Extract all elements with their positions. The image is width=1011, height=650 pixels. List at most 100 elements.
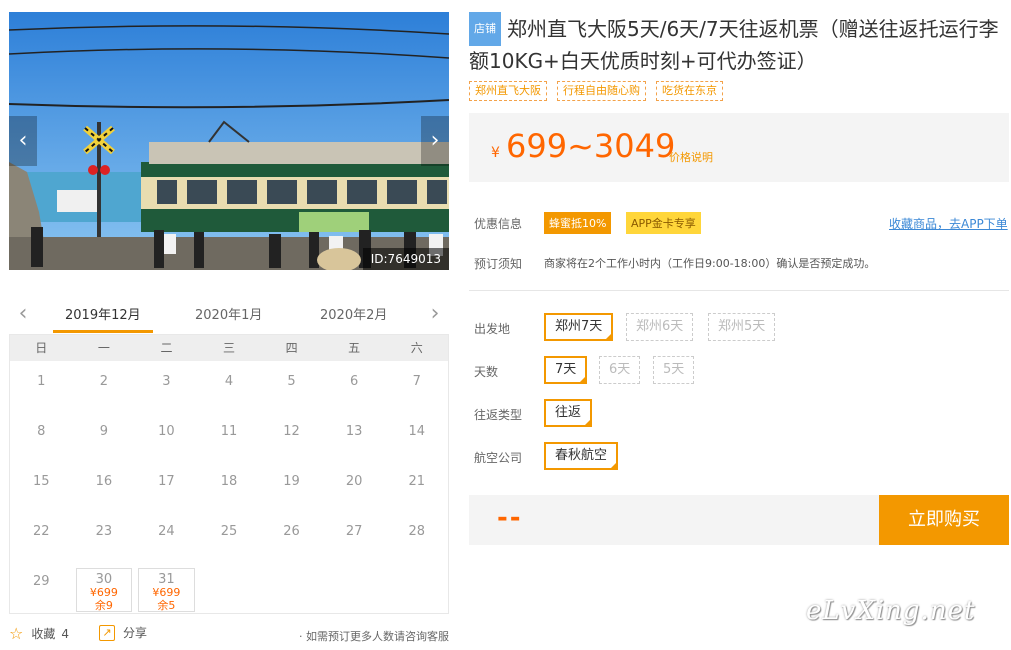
share-label: 分享 (123, 626, 148, 640)
month-tab-2020-01[interactable]: 2020年1月 (195, 304, 262, 323)
day-number: 23 (95, 524, 113, 539)
day-number: 19 (283, 474, 300, 489)
calendar-month-nav: ‹ 2019年12月 2020年1月 2020年2月 › (9, 298, 449, 334)
share-icon: ↗ (99, 624, 115, 641)
day-number: 11 (220, 424, 238, 439)
calendar-day: 22 (13, 518, 70, 562)
day-number: 14 (408, 424, 425, 439)
calendar-day-available[interactable]: 31 ¥699 余5 (138, 568, 195, 612)
gallery-next-button[interactable]: › (421, 116, 449, 166)
day-number: 3 (162, 374, 171, 389)
calendar-weekday-row: 日 一 二 三 四 五 六 (10, 335, 448, 361)
calendar-day-available[interactable]: 30 ¥699 余9 (75, 568, 133, 612)
calendar-day: 12 (263, 418, 320, 462)
day-price: ¥699 (89, 586, 118, 599)
gallery-prev-button[interactable]: ‹ (9, 116, 37, 166)
buy-now-button[interactable]: 立即购买 (879, 495, 1009, 545)
day-number: 10 (158, 424, 175, 439)
product-photo (9, 12, 449, 270)
day-number: 2 (99, 374, 108, 389)
day-number: 12 (283, 424, 300, 439)
calendar-day: 20 (326, 468, 383, 512)
day-number: 1 (37, 374, 46, 389)
calendar-prev-month-button[interactable]: ‹ (13, 302, 33, 326)
calendar-day: 29 (13, 568, 70, 612)
notice-text: 商家将在2个工作小时内（工作日9:00-18:00）确认是否预定成功。 (544, 257, 876, 270)
day-number: 8 (37, 424, 46, 439)
day-number: 7 (412, 374, 421, 389)
product-tag[interactable]: 行程自由随心购 (557, 81, 646, 101)
day-number: 24 (158, 524, 175, 539)
day-number: 27 (345, 524, 363, 539)
calendar-day: 9 (76, 418, 133, 462)
gallery-footer: ☆ 收藏 4 ↗ 分享 · 如需预订更多人数请咨询客服 (9, 624, 449, 646)
weekday-label: 三 (223, 341, 236, 355)
product-photo-gallery[interactable]: ‹ › ID:7649013 (9, 12, 449, 270)
calendar-day: 16 (76, 468, 133, 512)
calendar-day: 6 (326, 368, 383, 412)
calendar-day: 17 (138, 468, 195, 512)
price-explain-link[interactable]: 价格说明 (669, 149, 713, 165)
day-stock: 余9 (94, 599, 113, 612)
day-number: 9 (99, 424, 108, 439)
month-tab-2019-12[interactable]: 2019年12月 (53, 304, 153, 333)
product-title: 店铺 郑州直飞大阪5天/6天/7天往返机票（赠送往返托运行李额10KG+白天优质时… (469, 12, 1009, 76)
calendar-next-month-button[interactable]: › (425, 302, 445, 326)
calendar-day: 2 (76, 368, 133, 412)
weekday-label: 四 (285, 341, 298, 355)
calendar-days-grid: 1 2 3 4 5 6 7 8 9 10 11 12 13 14 15 16 17 18 19 20 21 22 23 24 2… (10, 361, 448, 615)
collect-button[interactable]: ☆ 收藏 4 (9, 624, 69, 643)
airline-option-spring[interactable]: 春秋航空 (544, 442, 619, 470)
day-number: 29 (33, 574, 50, 589)
calendar-day: 25 (201, 518, 258, 562)
collect-go-app-link[interactable]: 收藏商品，去APP下单 (889, 215, 1008, 232)
calendar-day: 18 (201, 468, 258, 512)
departure-option-zhengzhou-5d[interactable]: 郑州5天 (708, 313, 776, 341)
divider (469, 290, 1009, 291)
days-option-7[interactable]: 7天 (544, 356, 588, 384)
calendar-day: 11 (201, 418, 258, 462)
product-tag[interactable]: 郑州直飞大阪 (469, 81, 547, 101)
calendar-day: 8 (13, 418, 70, 462)
calendar-day: 7 (388, 368, 445, 412)
departure-option-zhengzhou-7d[interactable]: 郑州7天 (544, 313, 614, 341)
trip-option-round[interactable]: 往返 (544, 399, 593, 427)
calendar-day: 4 (201, 368, 258, 412)
shop-badge: 店铺 (469, 12, 501, 46)
collect-label: 收藏 (31, 627, 56, 641)
notice-label: 预订须知 (474, 257, 523, 271)
weekday-label: 一 (97, 341, 110, 355)
promo-row: 优惠信息 蜂蜜抵10% APP金卡专享 收藏商品，去APP下单 (474, 212, 1009, 235)
day-number: 21 (408, 474, 425, 489)
departure-option-zhengzhou-6d[interactable]: 郑州6天 (626, 313, 694, 341)
day-number: 26 (283, 524, 300, 539)
product-title-text: 郑州直飞大阪5天/6天/7天往返机票（赠送往返托运行李额10KG+白天优质时刻+… (469, 17, 999, 73)
collect-count: 4 (61, 626, 69, 641)
day-number: 31 (158, 572, 175, 587)
day-number: 13 (345, 424, 363, 439)
day-number: 28 (408, 524, 425, 539)
product-tag[interactable]: 吃货在东京 (656, 81, 723, 101)
share-button[interactable]: ↗ 分享 (99, 624, 147, 641)
app-gold-card-badge: APP金卡专享 (626, 212, 701, 234)
calendar-day: 23 (76, 518, 133, 562)
days-label: 天数 (474, 365, 499, 379)
weekday-label: 六 (410, 341, 423, 355)
calendar-day: 19 (263, 468, 320, 512)
days-option-6[interactable]: 6天 (599, 356, 641, 384)
calendar-day: 5 (263, 368, 320, 412)
price-box: ¥ 699~3049 价格说明 (469, 113, 1009, 182)
calendar-day: 3 (138, 368, 195, 412)
day-number: 17 (158, 474, 175, 489)
price-range: 699~3049 (506, 127, 676, 165)
day-number: 6 (349, 374, 359, 389)
day-number: 18 (220, 474, 238, 489)
calendar-day: 27 (326, 518, 383, 562)
month-tab-2020-02[interactable]: 2020年2月 (320, 304, 387, 323)
currency-symbol: ¥ (491, 145, 500, 161)
calendar-day: 21 (388, 468, 445, 512)
trip-type-label: 往返类型 (474, 408, 523, 422)
airline-label: 航空公司 (474, 451, 523, 465)
image-id-label: ID:7649013 (362, 248, 449, 270)
days-option-5[interactable]: 5天 (653, 356, 695, 384)
